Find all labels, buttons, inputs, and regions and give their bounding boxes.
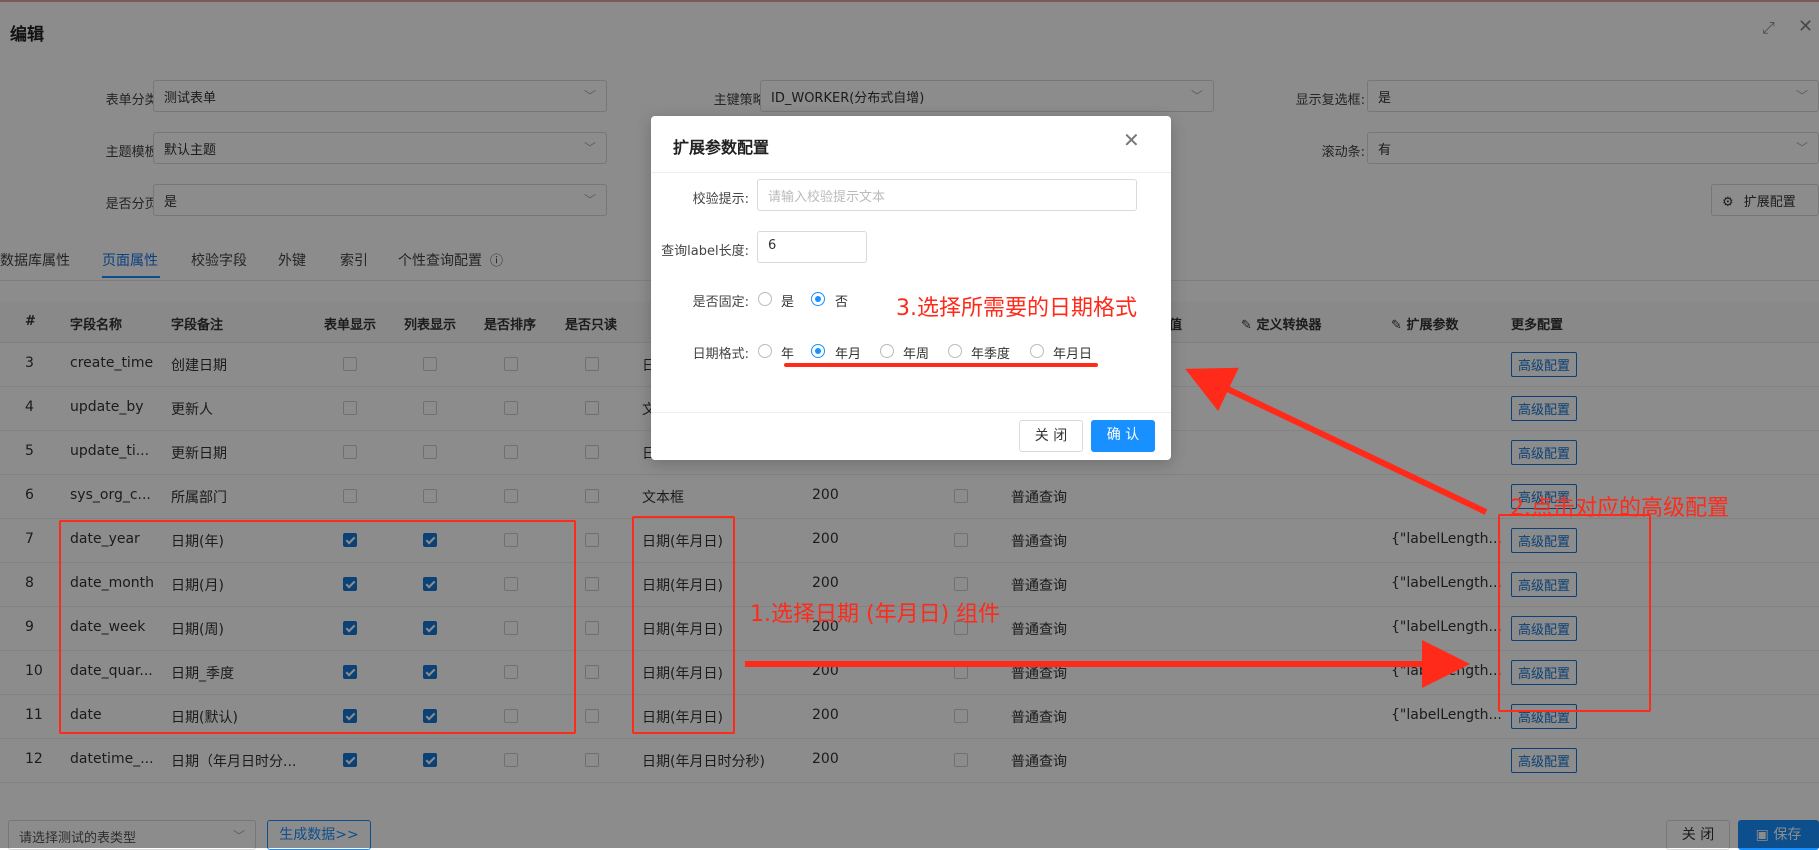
annotation-arrows xyxy=(745,367,1488,688)
arrow-to-modal xyxy=(1185,367,1488,515)
